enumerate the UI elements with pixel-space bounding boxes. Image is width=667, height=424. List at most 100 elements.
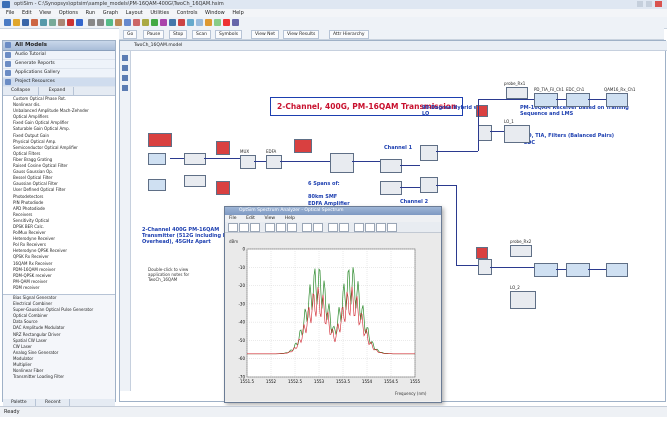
- probe-block-2[interactable]: [216, 181, 230, 195]
- menu-controls[interactable]: Controls: [177, 9, 198, 17]
- shape-icon[interactable]: [122, 85, 128, 91]
- tx-block-1[interactable]: [148, 153, 166, 165]
- help-icon[interactable]: [169, 19, 176, 26]
- layout-icon[interactable]: [124, 19, 131, 26]
- plot-open-icon[interactable]: [228, 223, 238, 232]
- menu-view[interactable]: View: [39, 9, 51, 17]
- plot-red-1-icon[interactable]: [354, 223, 364, 232]
- plot-grid-icon[interactable]: [339, 223, 349, 232]
- print-icon[interactable]: [31, 19, 38, 26]
- warning-icon[interactable]: [205, 19, 212, 26]
- pdtia-block-2[interactable]: [534, 263, 558, 277]
- graph-icon[interactable]: [151, 19, 158, 26]
- text-icon[interactable]: [122, 75, 128, 81]
- plot-menu-file[interactable]: File: [225, 215, 241, 222]
- scope-icon[interactable]: [160, 19, 167, 26]
- plot-menu-edit[interactable]: Edit: [242, 215, 259, 222]
- window-icon[interactable]: [196, 19, 203, 26]
- tx-block-2[interactable]: [148, 179, 166, 191]
- zoom-in-icon[interactable]: [88, 19, 95, 26]
- menu-help[interactable]: Help: [232, 9, 243, 17]
- plot-menu-help[interactable]: Help: [281, 215, 299, 222]
- menu-options[interactable]: Options: [59, 9, 78, 17]
- spectrum-window[interactable]: OptSim Spectrum Analyzer - Optical Spect…: [224, 206, 442, 403]
- double-click-note[interactable]: Double-click to view application notes f…: [148, 267, 208, 282]
- grid-icon[interactable]: [106, 19, 113, 26]
- plot-marker-icon[interactable]: [328, 223, 338, 232]
- align-icon[interactable]: [115, 19, 122, 26]
- demux-block-1[interactable]: [380, 159, 402, 173]
- zoom-out-icon[interactable]: [97, 19, 104, 26]
- plot-pan-icon[interactable]: [276, 223, 286, 232]
- hybrid-block-1[interactable]: [478, 125, 492, 141]
- redo-icon[interactable]: [76, 19, 83, 26]
- demux-block-2[interactable]: [380, 181, 402, 195]
- menu-utilities[interactable]: Utilities: [150, 9, 169, 17]
- menu-graph[interactable]: Graph: [103, 9, 118, 17]
- undo-icon[interactable]: [67, 19, 74, 26]
- left-row-audio[interactable]: Audio Tutorial: [3, 51, 115, 60]
- menu-run[interactable]: Run: [86, 9, 96, 17]
- menu-file[interactable]: File: [6, 9, 14, 17]
- plot-red-4-icon[interactable]: [387, 223, 397, 232]
- qamrx-block-2[interactable]: [606, 263, 628, 277]
- plot-red-2-icon[interactable]: [365, 223, 375, 232]
- pause-button[interactable]: Pause: [143, 30, 165, 39]
- all-models-header[interactable]: All Models: [3, 41, 115, 51]
- plot-undo-icon[interactable]: [302, 223, 312, 232]
- laser-block[interactable]: [148, 133, 172, 147]
- probe-rx2-amp[interactable]: [510, 245, 532, 257]
- lo-block-1[interactable]: [504, 125, 530, 143]
- settings-icon[interactable]: [142, 19, 149, 26]
- plot-red-3-icon[interactable]: [376, 223, 386, 232]
- info-icon[interactable]: [187, 19, 194, 26]
- left-row-reports[interactable]: Generate Reports: [3, 60, 115, 69]
- cut-icon[interactable]: [40, 19, 47, 26]
- symbols-button[interactable]: Symbols: [215, 30, 243, 39]
- plot-print-icon[interactable]: [250, 223, 260, 232]
- probe-rx1-amp[interactable]: [506, 87, 528, 99]
- plot-zoom-icon[interactable]: [265, 223, 275, 232]
- probe-rx2-block[interactable]: [476, 247, 488, 259]
- supersq-block-1[interactable]: [184, 153, 206, 165]
- supersq-block-2[interactable]: [184, 175, 206, 187]
- attr-hierarchy-button[interactable]: Attr Hierarchy: [329, 30, 369, 39]
- tree-item[interactable]: PDM receiver: [13, 285, 115, 291]
- fiber-loop-block[interactable]: [330, 153, 354, 173]
- collapse-tab[interactable]: Collapse: [3, 87, 40, 95]
- open-icon[interactable]: [13, 19, 20, 26]
- edfa-block[interactable]: [266, 155, 282, 169]
- pdtia-block-1[interactable]: [534, 93, 558, 107]
- canvas-tab[interactable]: TwoCh_16QAM.model: [120, 41, 667, 51]
- check-icon[interactable]: [214, 19, 221, 26]
- mux-block[interactable]: [240, 155, 256, 169]
- close-icon[interactable]: [655, 1, 662, 7]
- run-icon[interactable]: [133, 19, 140, 26]
- menu-window[interactable]: Window: [205, 9, 225, 17]
- minimize-icon[interactable]: [637, 1, 643, 7]
- refresh-icon[interactable]: [232, 19, 239, 26]
- menu-layout[interactable]: Layout: [126, 9, 143, 17]
- go-button[interactable]: Go: [123, 30, 138, 39]
- new-icon[interactable]: [4, 19, 11, 26]
- edc-block-1[interactable]: [566, 93, 590, 107]
- close-doc-icon[interactable]: [223, 19, 230, 26]
- lo-block-2[interactable]: [510, 291, 536, 309]
- qamrx-block-1[interactable]: [606, 93, 628, 107]
- left-row-gallery[interactable]: Applications Gallery: [3, 69, 115, 78]
- expand-tab[interactable]: Expand: [41, 87, 75, 95]
- view-net-button[interactable]: View Net: [251, 30, 280, 39]
- plot-save-icon[interactable]: [239, 223, 249, 232]
- view-results-button[interactable]: View Results: [283, 30, 320, 39]
- left-row-project[interactable]: Project Resources: [3, 78, 115, 87]
- edc-block-2[interactable]: [566, 263, 590, 277]
- plot-menu-view[interactable]: View: [260, 215, 279, 222]
- save-icon[interactable]: [22, 19, 29, 26]
- plot-cursor-icon[interactable]: [287, 223, 297, 232]
- pointer-icon[interactable]: [122, 55, 128, 61]
- menu-edit[interactable]: Edit: [22, 9, 32, 17]
- scan-button[interactable]: Scan: [192, 30, 211, 39]
- maximize-icon[interactable]: [646, 1, 652, 7]
- probe-block-3[interactable]: [294, 139, 312, 153]
- probe-block-1[interactable]: [216, 141, 230, 155]
